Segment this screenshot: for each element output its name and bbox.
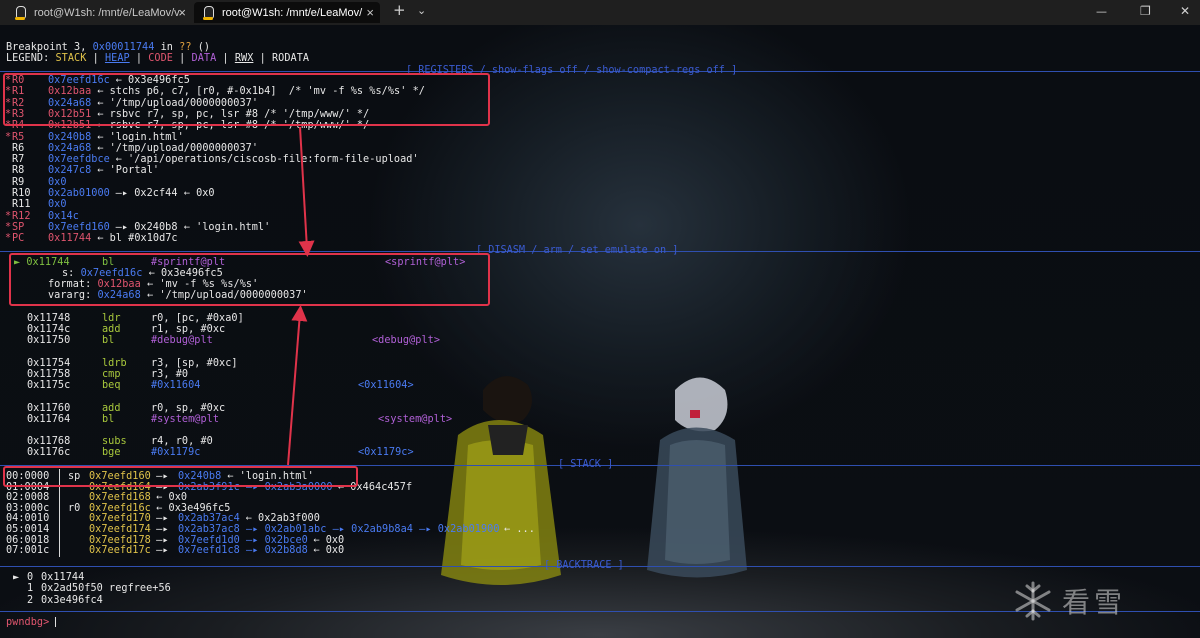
terminal-output[interactable]: Breakpoint 3, 0x00011744 in ?? () LEGEND… <box>0 25 1200 638</box>
terminal-window: root@W1sh: /mnt/e/LeaMov/v × root@W1sh: … <box>0 0 1200 638</box>
linux-penguin-icon <box>14 5 26 20</box>
minimize-button[interactable]: — <box>1096 5 1107 18</box>
tab-1[interactable]: root@W1sh: /mnt/e/LeaMov/v × <box>6 2 192 23</box>
tab-dropdown-button[interactable]: ⌄ <box>417 4 426 17</box>
linux-penguin-icon <box>202 5 214 20</box>
maximize-button[interactable]: ❐ <box>1140 4 1151 18</box>
arrow-registers-to-call <box>298 126 315 257</box>
annotation-arrows <box>287 126 315 466</box>
close-window-button[interactable]: ✕ <box>1180 4 1190 18</box>
close-tab-2-icon[interactable]: × <box>366 5 374 20</box>
kanxue-watermark: 看雪 <box>1012 580 1126 622</box>
new-tab-button[interactable]: + <box>393 1 406 19</box>
title-bar: root@W1sh: /mnt/e/LeaMov/v × root@W1sh: … <box>0 0 1200 25</box>
tab-1-title: root@W1sh: /mnt/e/LeaMov/v <box>34 6 180 19</box>
tab-2-title: root@W1sh: /mnt/e/LeaMov/ <box>222 6 363 19</box>
close-tab-1-icon[interactable]: × <box>178 5 186 20</box>
tab-2[interactable]: root@W1sh: /mnt/e/LeaMov/ × <box>194 2 380 23</box>
arrow-stack-to-call <box>287 305 308 466</box>
snowflake-icon <box>1015 581 1051 621</box>
watermark-text: 看雪 <box>1062 586 1127 619</box>
